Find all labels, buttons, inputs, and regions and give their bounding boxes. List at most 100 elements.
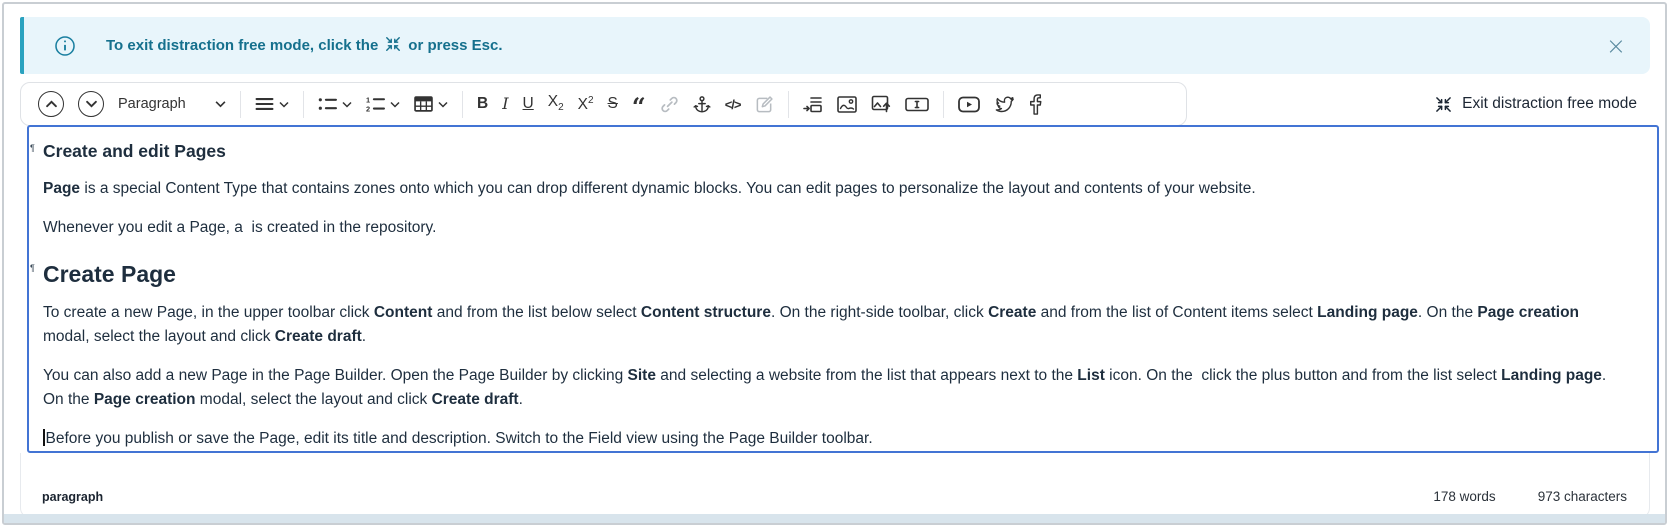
toolbar-separator: [788, 91, 789, 118]
editor-heading[interactable]: ¶Create and edit Pages: [43, 141, 1629, 162]
link-icon: [660, 95, 679, 114]
text-run: Create draft: [275, 328, 362, 345]
paragraph-style-dropdown[interactable]: Paragraph: [111, 92, 233, 116]
text-run: Page creation: [94, 391, 196, 408]
toolbar-separator: [303, 91, 304, 118]
text-run: icon. On the click the plus button and f…: [1105, 367, 1501, 384]
text-run: . On the right-side toolbar, click: [771, 304, 988, 321]
text-run: Create Page: [43, 261, 176, 287]
editor-statusbar: paragraph 178 words 973 characters: [20, 453, 1650, 518]
editor-window: To exit distraction free mode, click the…: [2, 2, 1667, 525]
exit-distraction-free-button[interactable]: Exit distraction free mode: [1435, 82, 1637, 126]
superscript-icon: X2: [578, 96, 594, 113]
editor-paragraph[interactable]: Before you publish or save the Page, edi…: [43, 427, 1629, 451]
text-align-dropdown[interactable]: [248, 93, 296, 115]
strikethrough-button[interactable]: S: [601, 92, 625, 116]
insert-image-button[interactable]: [830, 92, 864, 117]
text-run: modal, select the layout and click: [43, 328, 275, 345]
code-button[interactable]: </>: [718, 94, 748, 115]
text-run: Landing page: [1317, 304, 1418, 321]
image-icon: [837, 96, 857, 113]
toolbar-separator: [943, 91, 944, 118]
insert-field-button[interactable]: [898, 93, 936, 116]
underline-button[interactable]: U: [516, 92, 541, 116]
text-run: Before you publish or save the Page, edi…: [46, 430, 873, 447]
svg-text:2: 2: [366, 104, 370, 112]
twitter-icon: [994, 94, 1015, 115]
text-run: .: [519, 391, 523, 408]
italic-icon: I: [502, 96, 508, 112]
svg-text:1: 1: [366, 96, 370, 104]
text-run: To create a new Page, in the upper toolb…: [43, 304, 374, 321]
text-run: modal, select the layout and click: [196, 391, 432, 408]
chevron-down-icon: [390, 101, 400, 108]
chevron-down-icon: [342, 101, 352, 108]
embed-youtube-button[interactable]: [951, 92, 987, 117]
chevron-down-icon: [438, 101, 448, 108]
subscript-icon: X2: [548, 94, 564, 113]
insert-block-button[interactable]: [796, 92, 830, 117]
info-icon: [54, 35, 76, 57]
counts: 178 words 973 characters: [1433, 489, 1627, 504]
banner-text-after: or press Esc.: [408, 37, 502, 54]
text-field-icon: [905, 97, 929, 112]
distraction-free-banner: To exit distraction free mode, click the…: [20, 17, 1650, 74]
text-run: and selecting a website from the list th…: [656, 367, 1077, 384]
bulleted-list-icon: [318, 97, 337, 111]
banner-text-before: To exit distraction free mode, click the: [106, 37, 378, 54]
blockquote-icon: “: [632, 97, 646, 112]
heading-marker-icon: ¶: [30, 263, 35, 273]
text-run: Site: [628, 367, 656, 384]
editor-heading[interactable]: ¶Create Page: [43, 261, 1629, 288]
character-count: 973 characters: [1538, 489, 1627, 504]
numbered-list-dropdown[interactable]: 12: [359, 92, 407, 116]
move-up-button[interactable]: [31, 87, 71, 121]
text-run: Landing page: [1501, 367, 1602, 384]
toolbar-separator: [240, 91, 241, 118]
editor-paragraph[interactable]: To create a new Page, in the upper toolb…: [43, 301, 1629, 349]
text-run: Create: [988, 304, 1036, 321]
insert-block-icon: [803, 96, 823, 113]
bold-button[interactable]: B: [470, 92, 495, 116]
text-cursor: [43, 429, 45, 446]
anchor-button[interactable]: [686, 91, 718, 118]
text-run: is a special Content Type that contains …: [80, 180, 1256, 197]
chevron-down-icon: [279, 101, 289, 108]
word-count: 178 words: [1433, 489, 1495, 504]
text-run: . On the: [1418, 304, 1477, 321]
upload-image-button[interactable]: [864, 91, 898, 117]
collapse-icon: [385, 36, 401, 56]
chevron-up-circle-icon: [38, 91, 64, 117]
bulleted-list-dropdown[interactable]: [311, 93, 359, 115]
editor-paragraph[interactable]: You can also add a new Page in the Page …: [43, 364, 1629, 412]
facebook-icon: [1029, 94, 1042, 115]
underline-icon: U: [523, 96, 534, 112]
subscript-button[interactable]: X2: [541, 90, 571, 117]
blockquote-button[interactable]: “: [625, 93, 653, 116]
embed-twitter-button[interactable]: [987, 90, 1022, 119]
edit-pencil-icon: [755, 95, 774, 114]
embed-facebook-button[interactable]: [1022, 90, 1049, 119]
current-block-type: paragraph: [42, 490, 103, 504]
superscript-button[interactable]: X2: [571, 92, 601, 117]
italic-button[interactable]: I: [495, 92, 515, 116]
edit-source-button[interactable]: [748, 91, 781, 118]
banner-close-button[interactable]: ×: [1606, 34, 1626, 58]
code-icon: </>: [725, 98, 741, 111]
paragraph-style-label: Paragraph: [118, 96, 186, 112]
link-button[interactable]: [653, 91, 686, 118]
text-run: Create draft: [432, 391, 519, 408]
text-run: Content: [374, 304, 433, 321]
editor-paragraph[interactable]: Page is a special Content Type that cont…: [43, 177, 1629, 201]
text-run: Whenever you edit a Page, a is created i…: [43, 219, 436, 236]
insert-table-dropdown[interactable]: [407, 92, 455, 116]
toolbar-separator: [462, 91, 463, 118]
chevron-down-circle-icon: [78, 91, 104, 117]
table-icon: [414, 96, 433, 112]
editor-content[interactable]: ¶Create and edit Pages Page is a special …: [27, 125, 1659, 453]
strikethrough-icon: S: [608, 96, 618, 112]
align-text-icon: [255, 97, 274, 111]
editor-paragraph[interactable]: Whenever you edit a Page, a is created i…: [43, 216, 1629, 240]
image-upload-icon: [871, 95, 891, 113]
move-down-button[interactable]: [71, 87, 111, 121]
